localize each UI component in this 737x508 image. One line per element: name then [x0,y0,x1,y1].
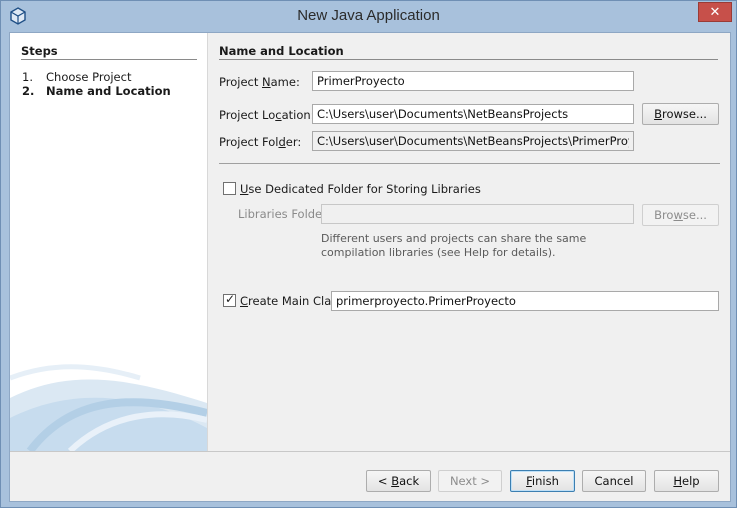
title-bar[interactable]: New Java Application ✕ [1,1,736,31]
browse-location-button[interactable]: Browse... [642,103,719,125]
decorative-swoosh-graphic [10,364,207,451]
separator [219,163,720,164]
label-text: reate Main Class [248,294,344,308]
steps-panel: Steps 1. Choose Project 2. Name and Locati… [10,33,207,451]
libraries-folder-label: Libraries Folder: [238,207,331,221]
button-label: < [377,474,392,488]
mnemonic: C [240,294,249,308]
section-title: Name and Location [219,44,344,58]
project-name-input[interactable] [312,71,634,91]
cancel-button[interactable]: Cancel [582,470,646,492]
button-label: elp [682,474,700,488]
mnemonic: w [673,208,683,222]
step-label: Name and Location [46,84,171,98]
libraries-folder-input[interactable] [321,204,634,224]
browse-libraries-button[interactable]: Browse... [642,204,719,226]
label-text: Project Lo [219,108,276,122]
mnemonic: d [278,135,286,149]
button-label: rowse... [661,107,707,121]
window-title: New Java Application [297,7,440,24]
step-number: 1. [22,70,33,84]
project-folder-label: Project Folder: [219,135,301,149]
button-label: inish [531,474,559,488]
finish-button[interactable]: Finish [510,470,575,492]
button-bar-divider [10,451,730,452]
create-main-class-label[interactable]: Create Main Class [240,294,343,308]
dialog-client: Steps 1. Choose Project 2. Name and Locati… [9,32,731,502]
checkmark-icon: ✓ [225,292,236,306]
step-name-and-location: 2. Name and Location [22,84,171,98]
project-name-label: Project Name: [219,75,300,89]
label-text: er: [285,135,302,149]
close-button[interactable]: ✕ [698,2,732,22]
content-panel: Name and Location Project Name: Project … [208,33,730,451]
project-folder-input[interactable] [312,131,634,151]
mnemonic: B [654,107,662,121]
steps-divider [21,59,197,60]
help-button[interactable]: Help [654,470,719,492]
project-location-input[interactable] [312,104,634,124]
create-main-class-checkbox[interactable]: ✓ [223,292,236,307]
libraries-help-text: Different users and projects can share t… [321,232,587,259]
steps-title: Steps [21,44,58,58]
mnemonic: N [262,75,271,89]
close-icon: ✕ [709,5,721,20]
mnemonic: B [391,474,400,488]
project-location-label: Project Location: [219,108,315,122]
dedicated-folder-checkbox[interactable] [223,182,236,195]
back-button[interactable]: < Back [366,470,431,492]
mnemonic: H [673,474,683,488]
step-label: Choose Project [46,70,132,84]
button-label: ack [399,474,420,488]
label-text: se Dedicated Folder for Storing Librarie… [248,182,481,196]
label-text: Project Fol [219,135,279,149]
step-choose-project: 1. Choose Project [22,70,131,84]
dialog-window: New Java Application ✕ Steps 1. Choose Pr… [0,0,737,508]
section-divider [219,59,718,60]
next-button[interactable]: Next > [438,470,502,492]
main-class-input[interactable] [331,291,719,311]
label-text: ame: [270,75,300,89]
step-number: 2. [22,84,35,98]
button-label: se... [682,208,707,222]
label-text: ation: [281,108,315,122]
label-text: Project [219,75,263,89]
button-label: Bro [654,208,674,222]
dedicated-folder-label[interactable]: Use Dedicated Folder for Storing Librari… [240,182,481,196]
